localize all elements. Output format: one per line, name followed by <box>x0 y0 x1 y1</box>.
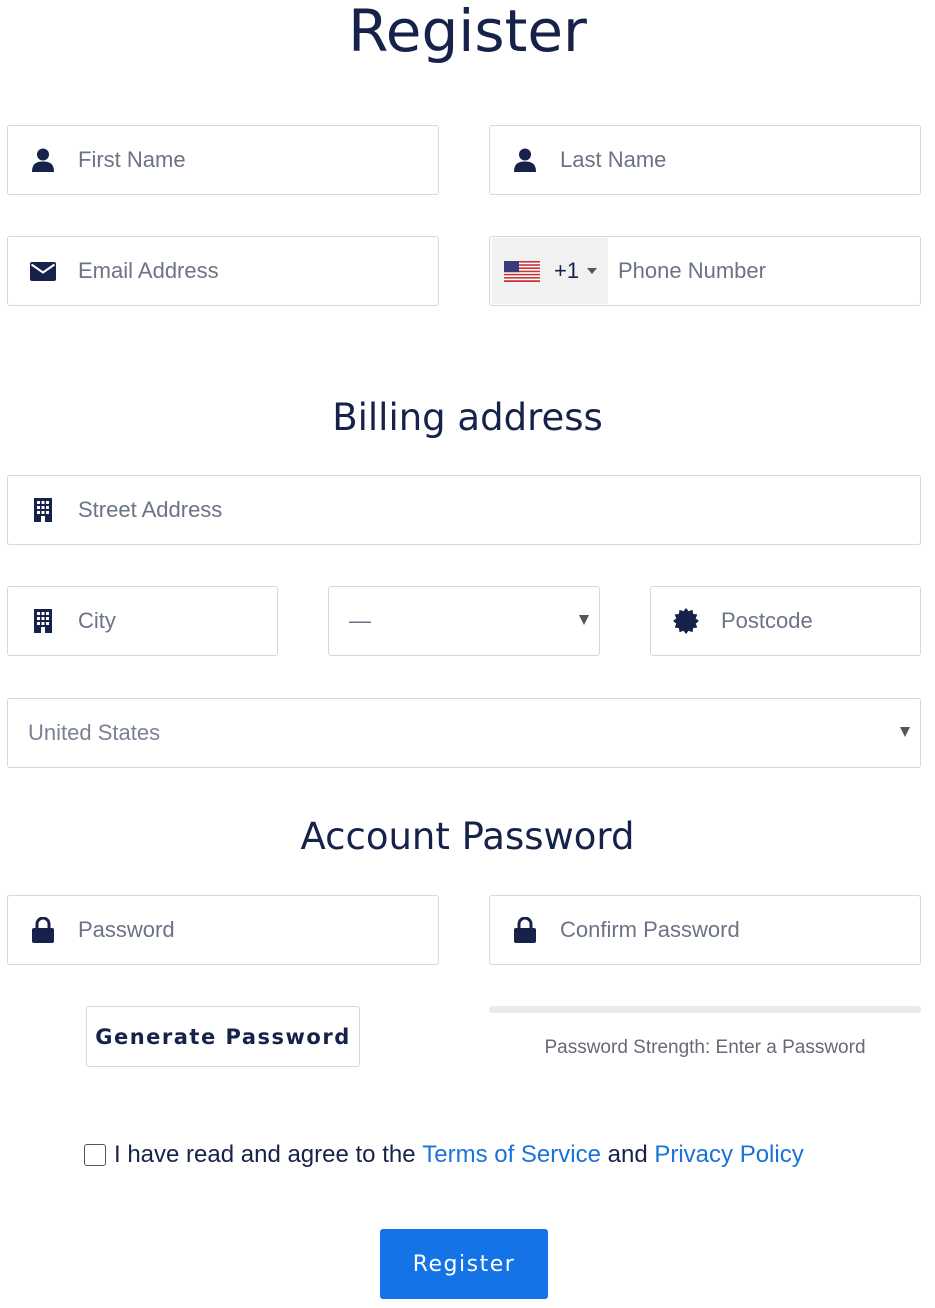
account-password-section-title: Account Password <box>300 815 635 858</box>
user-icon <box>8 148 78 172</box>
country-code-selector[interactable]: +1 <box>492 238 608 304</box>
street-address-field[interactable]: Street Address <box>7 475 921 545</box>
building-icon <box>8 498 78 522</box>
phone-field[interactable]: +1 Phone Number <box>489 236 921 306</box>
first-name-placeholder: First Name <box>78 147 186 172</box>
certificate-icon <box>651 608 721 634</box>
state-selected-value: — <box>349 608 371 633</box>
billing-section-title: Billing address <box>332 396 603 439</box>
password-placeholder: Password <box>78 917 175 942</box>
last-name-placeholder: Last Name <box>560 147 667 172</box>
chevron-down-icon <box>587 268 598 274</box>
first-name-field[interactable]: First Name <box>7 125 439 195</box>
privacy-policy-link[interactable]: Privacy Policy <box>654 1141 803 1169</box>
chevron-down-icon <box>900 727 910 737</box>
agree-checkbox[interactable] <box>84 1144 106 1166</box>
lock-icon <box>8 917 78 943</box>
terms-agreement: I have read and agree to the Terms of Se… <box>84 1139 804 1171</box>
terms-of-service-link[interactable]: Terms of Service <box>422 1141 601 1169</box>
password-field[interactable]: Password <box>7 895 439 965</box>
city-field[interactable]: City <box>7 586 278 656</box>
chevron-down-icon <box>579 615 589 625</box>
confirm-password-placeholder: Confirm Password <box>560 917 740 942</box>
terms-conjunction: and <box>607 1141 648 1168</box>
confirm-password-field[interactable]: Confirm Password <box>489 895 921 965</box>
dial-code: +1 <box>554 258 580 283</box>
envelope-icon <box>8 261 78 281</box>
email-placeholder: Email Address <box>78 258 219 283</box>
street-placeholder: Street Address <box>78 497 223 522</box>
email-field[interactable]: Email Address <box>7 236 439 306</box>
register-button[interactable]: Register <box>380 1229 548 1299</box>
postcode-field[interactable]: Postcode <box>650 586 921 656</box>
password-strength-bar <box>489 1006 921 1013</box>
password-strength-text: Password Strength: Enter a Password <box>544 1037 866 1058</box>
us-flag-icon <box>504 260 540 282</box>
city-placeholder: City <box>78 608 116 633</box>
last-name-field[interactable]: Last Name <box>489 125 921 195</box>
page-title: Register <box>348 0 587 65</box>
country-selected-value: United States <box>28 720 161 745</box>
generate-password-button[interactable]: Generate Password <box>86 1006 360 1067</box>
state-select[interactable]: — <box>328 586 600 656</box>
building-icon <box>8 609 78 633</box>
user-icon <box>490 148 560 172</box>
terms-prefix: I have read and agree to the <box>114 1141 416 1168</box>
phone-placeholder: Phone Number <box>618 258 766 283</box>
country-select[interactable]: United States <box>7 698 921 768</box>
lock-icon <box>490 917 560 943</box>
postcode-placeholder: Postcode <box>721 608 813 633</box>
